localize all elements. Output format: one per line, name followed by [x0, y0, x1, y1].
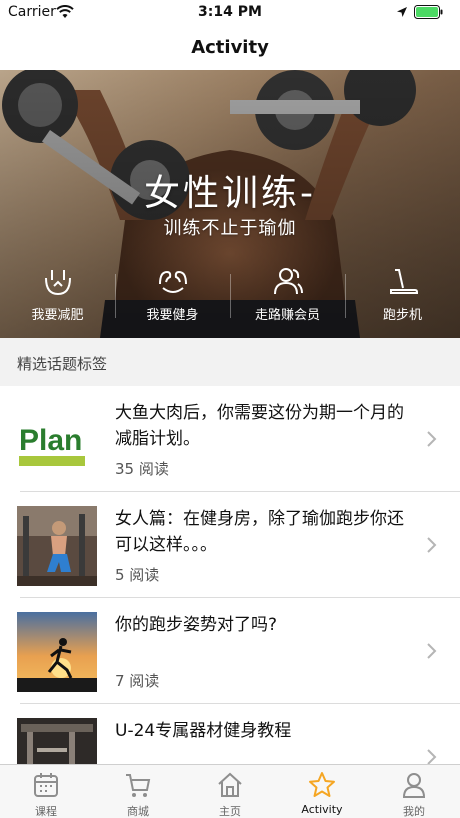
article-row[interactable]: Plan 大鱼大肉后，你需要这份为期一个月的减脂计划。 35 阅读 [0, 386, 460, 492]
chevron-right-icon [427, 643, 437, 659]
tab-shop[interactable]: 商城 [92, 765, 184, 818]
battery-icon [414, 5, 443, 19]
category-label: 我要减肥 [31, 308, 84, 323]
treadmill-icon [390, 269, 418, 294]
article-title: U-24专属器材健身教程 [115, 721, 292, 741]
tab-label: Activity [301, 803, 343, 816]
star-icon [309, 772, 335, 797]
section-title: 精选话题标签 [17, 355, 108, 373]
people-icon [274, 268, 303, 295]
chevron-right-icon [427, 431, 437, 447]
article-thumbnail-plan: Plan [17, 400, 97, 480]
article-read-count: 35 阅读 [115, 460, 169, 478]
person-icon [402, 773, 426, 798]
chevron-right-icon [427, 537, 437, 553]
tab-label: 我的 [403, 805, 425, 818]
article-title: 女人篇：在健身房，除了瑜伽跑步你还可以这样。。。 [115, 509, 404, 555]
article-read-count: 5 阅读 [115, 566, 160, 584]
svg-text:Plan: Plan [19, 424, 82, 457]
scale-icon [45, 270, 71, 296]
article-read-count: 7 阅读 [115, 672, 160, 690]
calendar-icon [34, 773, 58, 797]
location-arrow-icon [397, 7, 407, 17]
page-title: Activity [191, 37, 269, 58]
flex-arm-icon [159, 270, 187, 293]
gym-photo [17, 506, 97, 586]
tab-bar: 课程 商城 主页 Activity 我的 [0, 764, 460, 818]
category-label: 走路赚会员 [254, 308, 320, 323]
article-row[interactable]: 女人篇：在健身房，除了瑜伽跑步你还可以这样。。。 5 阅读 [0, 492, 460, 598]
category-treadmill[interactable]: 跑步机 [345, 260, 460, 326]
status-bar: Carrier 3:14 PM [0, 0, 460, 26]
category-fitness[interactable]: 我要健身 [115, 260, 230, 326]
section-header: 精选话题标签 [0, 338, 460, 386]
article-row[interactable]: 你的跑步姿势对了吗? 7 阅读 [0, 598, 460, 704]
runner-sunset-photo [17, 612, 97, 692]
tab-label: 主页 [219, 805, 241, 818]
home-icon [218, 772, 242, 797]
cart-icon [126, 774, 151, 797]
category-label: 跑步机 [382, 308, 422, 323]
category-label: 我要健身 [146, 308, 199, 323]
status-time: 3:14 PM [198, 4, 262, 20]
plan-logo: Plan [17, 400, 97, 480]
article-title: 大鱼大肉后，你需要这份为期一个月的减脂计划。 [115, 403, 404, 449]
hero-subtitle: 训练不止于瑜伽 [163, 218, 297, 239]
tab-label: 课程 [35, 805, 57, 818]
article-thumbnail-gym [17, 506, 97, 586]
tab-home[interactable]: 主页 [184, 765, 276, 818]
navigation-bar: Activity [0, 26, 460, 70]
category-lose-weight[interactable]: 我要减肥 [0, 260, 115, 326]
category-walk-earn[interactable]: 走路赚会员 [230, 260, 345, 326]
tab-label: 商城 [127, 805, 149, 818]
hero-title: 女性训练- [144, 173, 316, 214]
article-thumbnail-runner [17, 612, 97, 692]
hero-banner[interactable]: 女性训练- 训练不止于瑜伽 我要减肥 我要健身 走路赚会员 跑步机 [0, 70, 460, 338]
article-title: 你的跑步姿势对了吗? [115, 615, 278, 635]
tab-profile[interactable]: 我的 [368, 765, 460, 818]
tab-courses[interactable]: 课程 [0, 765, 92, 818]
tab-activity[interactable]: Activity [276, 765, 368, 818]
